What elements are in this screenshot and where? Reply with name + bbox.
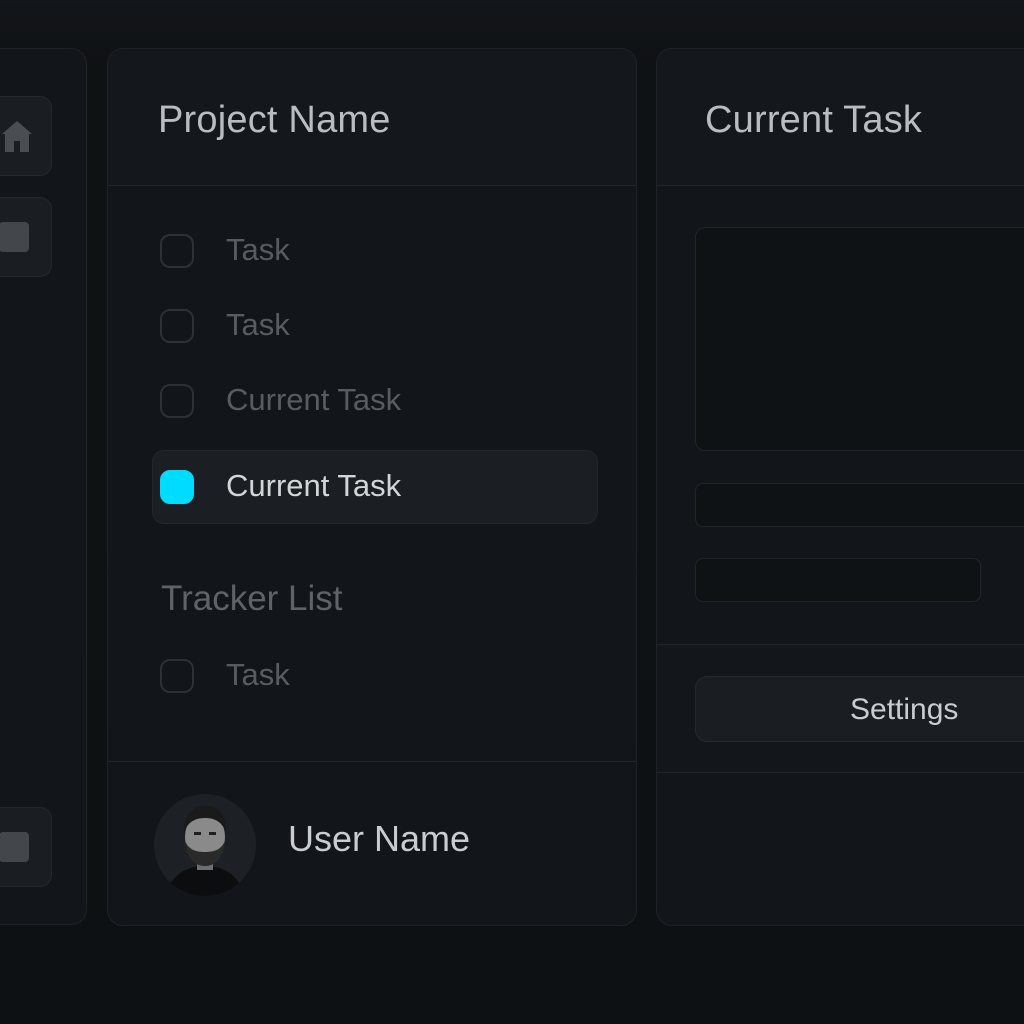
sidebar-rail [0, 48, 87, 925]
task-item-active[interactable]: Current Task [152, 450, 598, 524]
folder-icon [0, 222, 29, 252]
detail-header: Current Task [657, 49, 1024, 186]
task-item[interactable]: Task [152, 214, 598, 288]
home-icon [2, 121, 32, 152]
task-checkbox[interactable] [160, 234, 194, 268]
task-checkbox[interactable] [160, 384, 194, 418]
task-item[interactable]: Current Task [152, 364, 598, 438]
settings-section: Settings [657, 644, 1024, 773]
task-label: Task [226, 307, 290, 342]
project-title: Project Name [158, 99, 391, 141]
app-window: Project Name Task Task Current Task Curr… [0, 0, 1024, 1024]
task-checkbox[interactable] [160, 309, 194, 343]
rail-bottom-button[interactable] [0, 807, 52, 887]
user-name: User Name [288, 818, 471, 859]
task-checkbox-checked[interactable] [160, 470, 194, 504]
project-header: Project Name [108, 49, 636, 186]
task-description-input[interactable] [695, 227, 1024, 451]
square-icon [0, 832, 29, 862]
user-portrait [154, 794, 256, 896]
task-label: Task [226, 657, 290, 692]
tracker-list-title: Tracker List [161, 579, 343, 618]
task-label: Current Task [226, 382, 402, 417]
task-label: Task [226, 232, 290, 267]
task-secondary-input[interactable] [695, 558, 981, 602]
task-label: Current Task [226, 468, 402, 503]
task-field-input[interactable] [695, 483, 1024, 527]
detail-title: Current Task [705, 99, 923, 141]
task-checkbox[interactable] [160, 659, 194, 693]
settings-button[interactable]: Settings [695, 676, 1024, 742]
folder-button[interactable] [0, 197, 52, 277]
task-detail-panel: Current Task Settings [656, 48, 1024, 926]
settings-label: Settings [850, 693, 959, 726]
task-item[interactable]: Task [152, 289, 598, 363]
home-button[interactable] [0, 96, 52, 176]
avatar[interactable] [154, 794, 256, 896]
user-footer: User Name [108, 761, 636, 925]
tracker-task-item[interactable]: Task [152, 639, 598, 713]
project-panel: Project Name Task Task Current Task Curr… [107, 48, 637, 926]
